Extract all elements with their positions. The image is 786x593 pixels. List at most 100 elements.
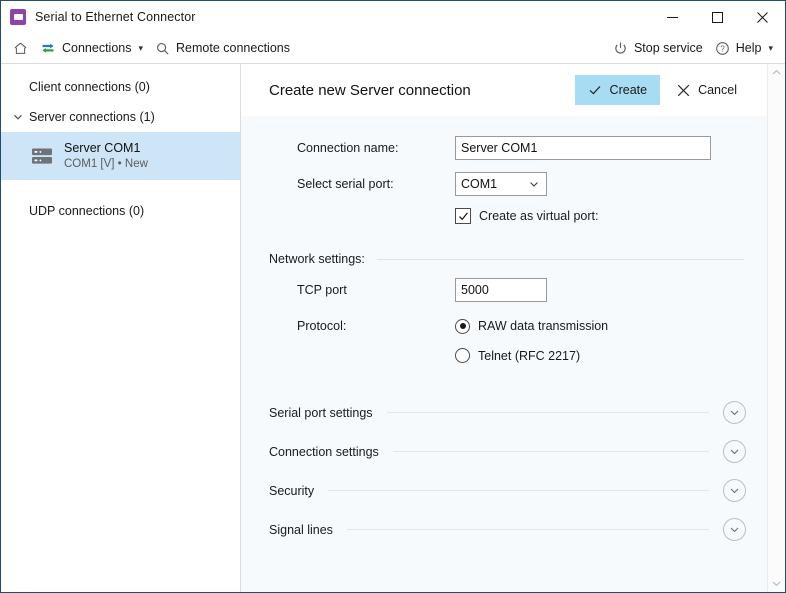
server-rack-icon — [29, 146, 55, 166]
minimize-button[interactable] — [650, 1, 695, 33]
window-title: Serial to Ethernet Connector — [35, 10, 196, 24]
expander-label: Security — [269, 484, 314, 498]
chevron-down-circle-icon[interactable] — [723, 401, 746, 424]
chevron-down-icon: ▾ — [768, 44, 773, 53]
scroll-up-button[interactable] — [768, 64, 785, 81]
connection-form: Connection name: Select serial port: COM… — [241, 116, 768, 592]
connection-name-row: Connection name: — [241, 130, 768, 166]
app-body: Client connections (0) Server connection… — [1, 63, 785, 592]
panel-header: Create new Server connection Create — [241, 64, 768, 116]
sidebar-group-label: Server connections (1) — [29, 110, 155, 124]
stop-service-label: Stop service — [634, 41, 703, 55]
protocol-radio-raw[interactable] — [455, 319, 470, 334]
expander-label: Connection settings — [269, 445, 379, 459]
create-button-label: Create — [610, 83, 648, 97]
chevron-down-circle-icon[interactable] — [723, 440, 746, 463]
expander-security[interactable]: Security — [241, 471, 768, 510]
chevron-down-icon — [529, 179, 539, 189]
expander-divider — [328, 490, 709, 491]
expander-label: Serial port settings — [269, 406, 373, 420]
sidebar-group-client-connections[interactable]: Client connections (0) — [1, 72, 240, 102]
sidebar-group-server-connections[interactable]: Server connections (1) — [1, 102, 240, 132]
app-window: Serial to Ethernet Connector — [0, 0, 786, 593]
home-button[interactable] — [7, 36, 34, 60]
title-bar: Serial to Ethernet Connector — [1, 1, 785, 33]
connection-texts: Server COM1 COM1 [V] • New — [64, 140, 148, 172]
scroll-down-button[interactable] — [768, 575, 785, 592]
expander-divider — [393, 451, 709, 452]
main-panel: Create new Server connection Create — [241, 63, 785, 592]
scroll-down-icon — [772, 579, 781, 588]
chevron-down-circle-icon[interactable] — [723, 479, 746, 502]
serial-port-value: COM1 — [461, 177, 497, 191]
cancel-button[interactable]: Cancel — [664, 75, 750, 105]
maximize-icon — [712, 12, 723, 23]
stop-service-button[interactable]: Stop service — [607, 36, 709, 60]
expander-label: Signal lines — [269, 523, 333, 537]
page-title: Create new Server connection — [269, 82, 471, 99]
search-icon — [155, 41, 170, 56]
tcp-port-input[interactable] — [455, 278, 547, 302]
close-button[interactable] — [740, 1, 785, 33]
help-label: Help — [736, 41, 762, 55]
serial-port-icon — [10, 9, 26, 25]
expander-connection-settings[interactable]: Connection settings — [241, 432, 768, 471]
close-icon — [757, 12, 768, 23]
serial-port-select[interactable]: COM1 — [455, 172, 547, 196]
virtual-port-label: Create as virtual port: — [479, 209, 599, 223]
main-scroll-content: Create new Server connection Create — [241, 64, 768, 592]
check-icon — [458, 211, 469, 222]
connections-label: Connections — [62, 41, 132, 55]
protocol-radio-telnet-label: Telnet (RFC 2217) — [478, 349, 580, 363]
minimize-icon — [667, 12, 678, 23]
chevron-down-icon: ▾ — [139, 44, 144, 53]
serial-port-row: Select serial port: COM1 — [241, 166, 768, 202]
expander-divider — [347, 529, 709, 530]
close-icon — [677, 84, 690, 97]
expander-signal-lines[interactable]: Signal lines — [241, 510, 768, 549]
sidebar-group-label: UDP connections (0) — [29, 204, 144, 218]
sidebar-item-server-com1[interactable]: Server COM1 COM1 [V] • New — [1, 132, 240, 180]
window-controls — [650, 1, 785, 33]
create-button[interactable]: Create — [575, 75, 661, 105]
connection-subtitle: COM1 [V] • New — [64, 157, 148, 172]
svg-text:?: ? — [720, 44, 725, 53]
protocol-telnet-row: Telnet (RFC 2217) — [241, 344, 768, 367]
virtual-port-row: Create as virtual port: — [241, 202, 768, 230]
panel-actions: Create Cancel — [575, 75, 762, 105]
vertical-scrollbar[interactable] — [767, 64, 785, 592]
sidebar-spacer — [1, 180, 240, 196]
scroll-up-icon — [772, 68, 781, 77]
home-icon — [13, 41, 28, 56]
connections-menu[interactable]: Connections ▾ — [34, 36, 149, 60]
cancel-button-label: Cancel — [698, 83, 737, 97]
sidebar-group-udp-connections[interactable]: UDP connections (0) — [1, 196, 240, 226]
expander-divider — [387, 412, 709, 413]
maximize-button[interactable] — [695, 1, 740, 33]
toolbar: Connections ▾ Remote connections Stop se… — [1, 33, 785, 63]
connection-name-input[interactable] — [455, 136, 711, 160]
exchange-arrows-icon — [40, 40, 56, 56]
section-divider — [377, 259, 744, 260]
check-icon — [588, 83, 602, 97]
virtual-port-checkbox[interactable] — [455, 208, 471, 224]
tcp-port-label: TCP port — [269, 283, 455, 297]
power-icon — [613, 41, 628, 56]
chevron-down-circle-icon[interactable] — [723, 518, 746, 541]
toolbar-right-group: Stop service ? Help ▾ — [607, 33, 779, 63]
sidebar-group-label: Client connections (0) — [29, 80, 150, 94]
network-settings-section-header: Network settings: — [241, 252, 768, 266]
expander-serial-port-settings[interactable]: Serial port settings — [241, 393, 768, 432]
protocol-radio-raw-label: RAW data transmission — [478, 319, 608, 333]
serial-port-label: Select serial port: — [269, 177, 455, 191]
help-menu[interactable]: ? Help ▾ — [709, 36, 779, 60]
protocol-row: Protocol: RAW data transmission — [241, 308, 768, 344]
remote-connections-button[interactable]: Remote connections — [149, 36, 296, 60]
chevron-down-icon — [9, 112, 27, 122]
network-settings-label: Network settings: — [269, 252, 365, 266]
question-circle-icon: ? — [715, 41, 730, 56]
expander-list: Serial port settings Connection settings — [241, 393, 768, 549]
tcp-port-row: TCP port — [241, 272, 768, 308]
protocol-label: Protocol: — [269, 319, 455, 333]
protocol-radio-telnet[interactable] — [455, 348, 470, 363]
